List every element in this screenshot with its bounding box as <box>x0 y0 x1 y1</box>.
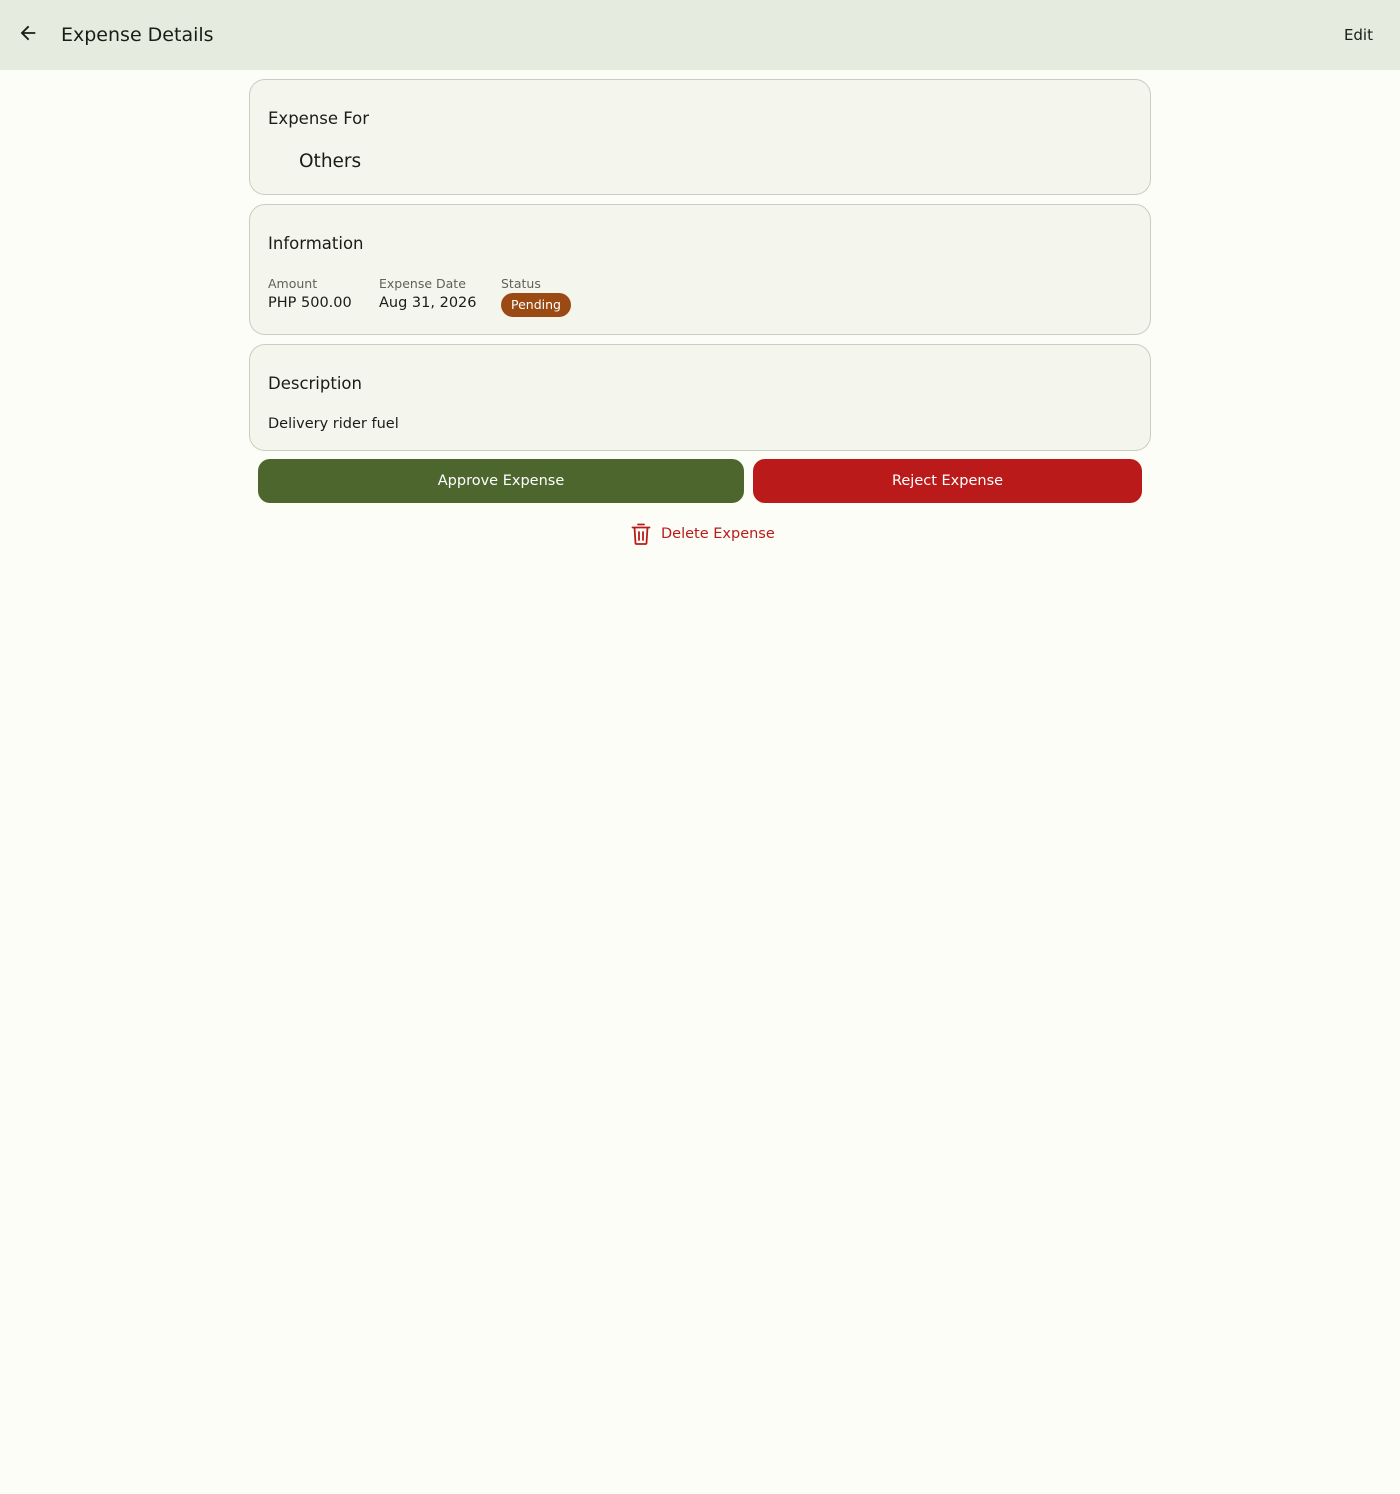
description-card: Description Delivery rider fuel <box>249 344 1151 451</box>
expense-date-value: Aug 31, 2026 <box>379 295 477 311</box>
expense-date-label: Expense Date <box>379 276 466 291</box>
status-badge: Pending <box>501 293 571 317</box>
reject-expense-button[interactable]: Reject Expense <box>753 459 1142 503</box>
delete-expense-button[interactable]: Delete Expense <box>630 521 775 547</box>
expense-date-field: Expense Date Aug 31, 2026 <box>379 276 477 313</box>
back-button[interactable] <box>14 21 42 49</box>
delete-expense-label: Delete Expense <box>661 526 775 542</box>
amount-label: Amount <box>268 276 318 291</box>
approve-expense-button[interactable]: Approve Expense <box>258 459 744 503</box>
description-heading: Description <box>268 374 362 393</box>
arrow-back-icon <box>17 22 39 48</box>
expense-for-heading: Expense For <box>268 109 370 128</box>
expense-category-value: Others <box>299 151 362 172</box>
amount-field: Amount PHP 500.00 <box>268 276 352 313</box>
page-title: Expense Details <box>61 24 214 46</box>
information-card: Information Amount PHP 500.00 Expense Da… <box>249 204 1151 335</box>
amount-value: PHP 500.00 <box>268 295 352 311</box>
description-text: Delivery rider fuel <box>268 416 399 432</box>
status-label: Status <box>501 276 541 291</box>
edit-button[interactable]: Edit <box>1344 24 1373 46</box>
information-heading: Information <box>268 234 364 253</box>
trash-icon <box>630 522 652 546</box>
status-field: Status Pending <box>501 276 571 317</box>
expense-for-card: Expense For Others <box>249 79 1151 195</box>
top-app-bar: Expense Details Edit <box>0 0 1400 70</box>
